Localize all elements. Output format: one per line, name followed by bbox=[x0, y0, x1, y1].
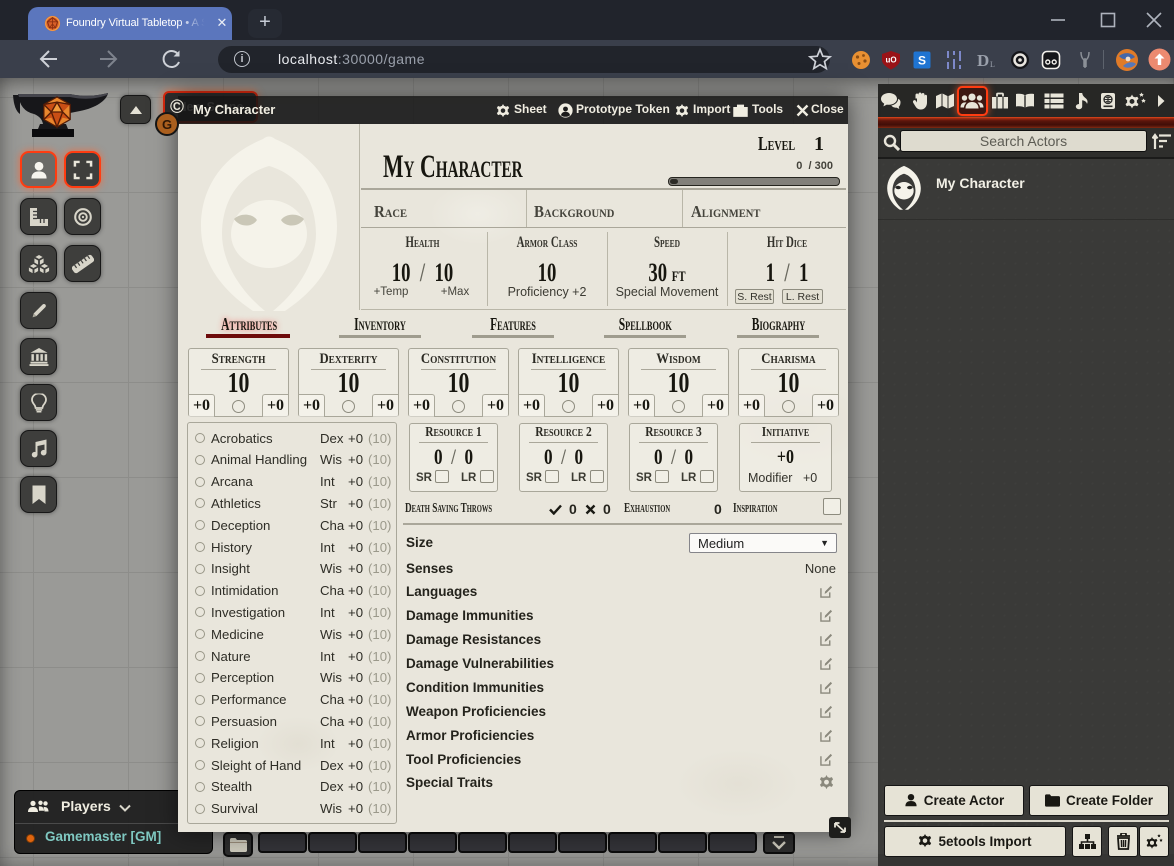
svg-text:uO: uO bbox=[885, 56, 896, 65]
svg-text:L: L bbox=[990, 60, 995, 69]
svg-text:D: D bbox=[977, 51, 989, 70]
svg-text:S: S bbox=[918, 54, 926, 68]
